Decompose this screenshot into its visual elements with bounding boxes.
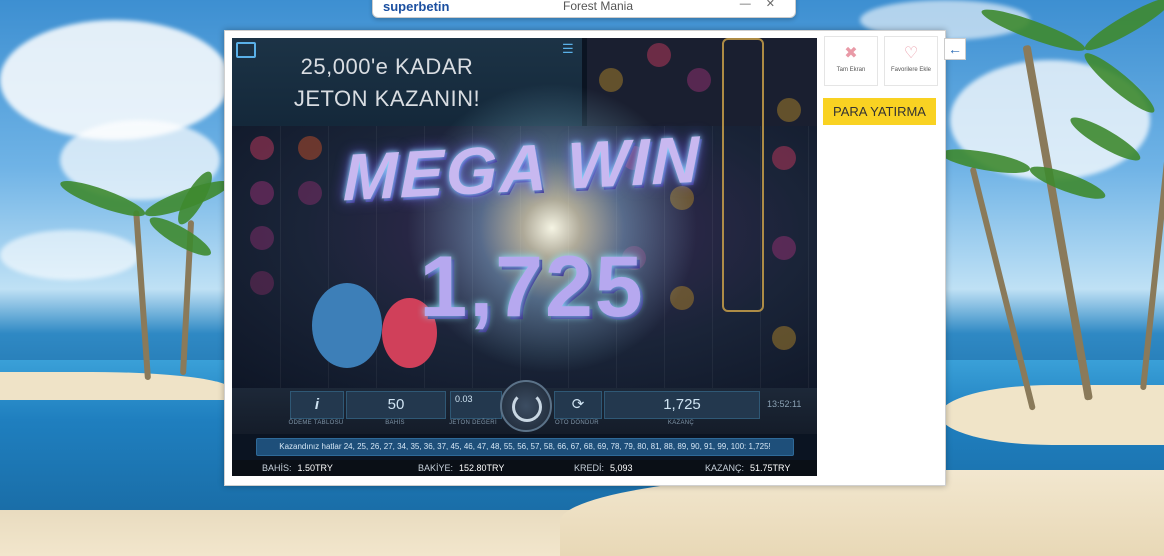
favorite-button[interactable]: ♡ Favorilere Ekle bbox=[884, 36, 938, 86]
fullscreen-label: Tam Ekran bbox=[836, 67, 866, 73]
mega-win-amount: 1,725 bbox=[419, 239, 645, 335]
clock: 13:52:11 bbox=[767, 399, 802, 409]
browser-tab[interactable]: superbetin Forest Mania — ✕ bbox=[372, 0, 796, 18]
stat-bet-key: BAHİS: bbox=[262, 463, 292, 473]
coin-label: JETON DEĞERİ bbox=[449, 420, 497, 426]
tab-title: Forest Mania bbox=[563, 0, 634, 13]
stat-win-value: 51.75TRY bbox=[750, 463, 791, 473]
win-burst bbox=[372, 68, 732, 388]
info-button[interactable]: i bbox=[290, 391, 344, 419]
favorite-label: Favorilere Ekle bbox=[890, 67, 931, 73]
winning-lines-message: Kazandınız hatlar 24, 25, 26, 27, 34, 35… bbox=[256, 438, 794, 456]
brand-logo: superbetin bbox=[383, 0, 450, 14]
window-controls[interactable]: — ✕ bbox=[740, 0, 781, 10]
fullscreen-toggle-icon[interactable] bbox=[236, 42, 256, 58]
spin-icon bbox=[512, 392, 542, 422]
stats-bar: BAHİS: 1.50TRY BAKİYE: 152.80TRY KREDİ: 5,0… bbox=[232, 460, 817, 476]
win-label: KAZANÇ bbox=[667, 420, 695, 426]
stat-balance-value: 152.80TRY bbox=[459, 463, 505, 473]
slot-game[interactable]: 25,000'e KADAR JETON KAZANIN! ☰ MEGA WIN… bbox=[232, 38, 817, 476]
fullscreen-button[interactable]: ✖ Tam Ekran bbox=[824, 36, 878, 86]
fullscreen-icon: ✖ bbox=[844, 45, 858, 62]
stat-win-key: KAZANÇ: bbox=[705, 463, 745, 473]
coin-value[interactable]: 0.03 bbox=[450, 391, 502, 419]
stat-bet-value: 1.50TRY bbox=[297, 463, 333, 473]
back-arrow-icon[interactable]: ← bbox=[944, 38, 966, 60]
background-sand-right bbox=[940, 385, 1164, 445]
autoplay-button[interactable]: ⟳ bbox=[554, 391, 602, 419]
spin-button[interactable] bbox=[500, 380, 552, 432]
stat-credit-key: KREDİ: bbox=[574, 463, 605, 473]
menu-icon[interactable]: ☰ bbox=[562, 42, 578, 55]
bet-value[interactable]: 50 bbox=[346, 391, 446, 419]
stat-balance-key: BAKİYE: bbox=[418, 463, 454, 473]
stat-credit-value: 5,093 bbox=[610, 463, 633, 473]
control-bar: i ÖDEME TABLOSU 50 BAHİS 0.03 JETON DEĞE… bbox=[232, 380, 817, 434]
win-value: 1,725 bbox=[604, 391, 760, 419]
deposit-button[interactable]: PARA YATIRMA bbox=[823, 98, 936, 125]
heart-icon: ♡ bbox=[903, 45, 919, 62]
autoplay-label: OTO DÖNDÜR bbox=[555, 420, 599, 426]
info-label: ÖDEME TABLOSU bbox=[288, 420, 344, 426]
bet-label: BAHİS bbox=[385, 420, 405, 426]
